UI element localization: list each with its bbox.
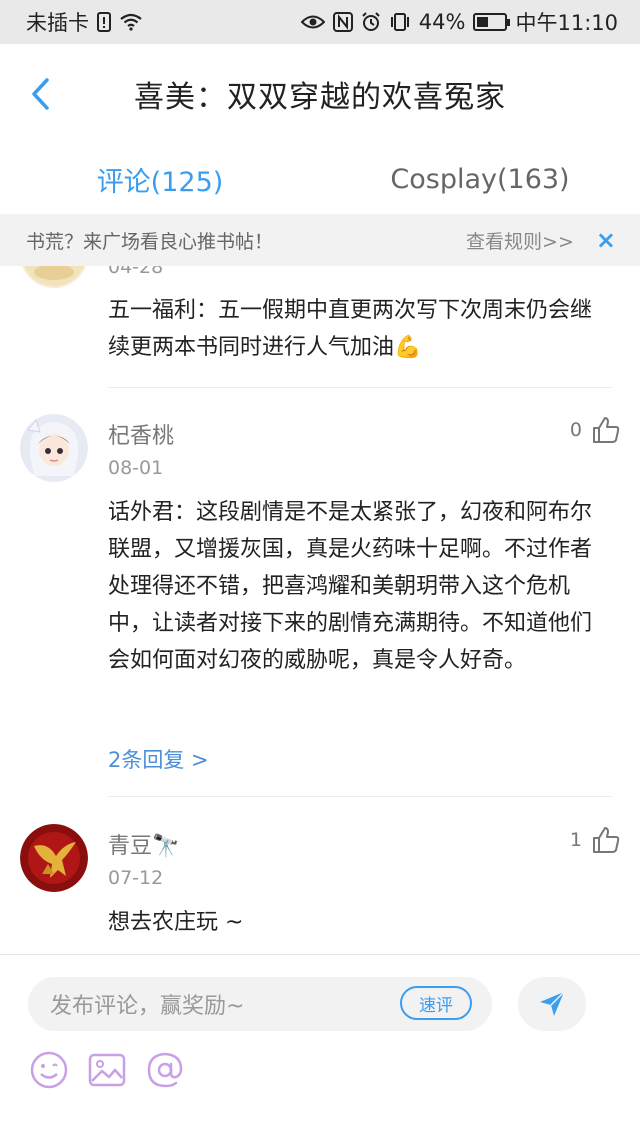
send-button[interactable] <box>518 977 586 1031</box>
clock: 中午11:10 <box>515 11 618 35</box>
avatar[interactable] <box>20 414 88 482</box>
send-icon <box>540 991 565 1016</box>
comment-text: 话外君：这段剧情是不是太紧张了，幻夜和阿布尔联盟，又增援灰国，真是火药味十足啊。… <box>108 500 593 673</box>
emoji-button[interactable] <box>28 1049 70 1091</box>
vibrate-icon <box>389 12 411 32</box>
at-icon <box>147 1052 183 1088</box>
emoji-icon <box>30 1051 68 1089</box>
sim-alert-icon <box>97 12 111 32</box>
comment-item: 04-28 五一福利：五一假期中直更两次写下次周末仍会继续更两本书同时进行人气加… <box>0 266 640 388</box>
comment-list[interactable]: 04-28 五一福利：五一假期中直更两次写下次周末仍会继续更两本书同时进行人气加… <box>0 266 640 954</box>
tab-comments[interactable]: 评论(125) <box>0 144 320 214</box>
comment-date: 08-01 <box>108 457 164 479</box>
carrier-label: 未插卡 <box>26 11 89 35</box>
alarm-icon <box>361 12 381 32</box>
page-title: 喜美：双双穿越的欢喜冤家 <box>134 80 506 115</box>
eye-icon <box>300 14 325 30</box>
wifi-icon <box>119 13 143 31</box>
comment-input[interactable]: 发布评论，赢奖励~ 速评 <box>28 977 492 1031</box>
like-button[interactable]: 1 <box>570 826 620 854</box>
like-button[interactable]: 0 <box>570 416 620 444</box>
like-count: 0 <box>569 419 582 441</box>
divider <box>108 796 612 797</box>
comment-item: 杞香桃 08-01 0 话外君：这段剧情是不是太紧张了，幻夜和阿布尔联盟，又增援… <box>0 388 640 798</box>
avatar[interactable] <box>20 824 88 892</box>
comment-date: 04-28 <box>108 266 164 278</box>
view-replies-link[interactable]: 2条回复 > <box>108 744 209 774</box>
thumbs-up-icon <box>593 827 620 853</box>
comment-date: 07-12 <box>108 867 164 889</box>
status-bar: 未插卡 44% 中午11:10 <box>0 0 640 44</box>
like-count: 1 <box>569 829 582 851</box>
mention-button[interactable] <box>144 1049 186 1091</box>
notice-banner: 书荒？来广场看良心推书帖！ 查看规则>> × <box>0 214 640 266</box>
view-rules-link[interactable]: 查看规则>> <box>466 227 574 254</box>
comment-composer: 发布评论，赢奖励~ 速评 <box>0 954 640 1138</box>
comment-item: 青豆🔭 07-12 1 想去农庄玩 ~ <box>0 798 640 954</box>
back-button[interactable] <box>20 74 60 114</box>
thumbs-up-icon <box>593 417 620 443</box>
comment-text: 五一福利：五一假期中直更两次写下次周末仍会继续更两本书同时进行人气加油💪 <box>108 298 593 360</box>
comment-text: 想去农庄玩 ~ <box>108 910 244 935</box>
battery-percent: 44% <box>418 10 466 34</box>
close-icon[interactable]: × <box>596 226 616 254</box>
chevron-left-icon <box>32 78 49 110</box>
quick-comment-button[interactable]: 速评 <box>400 986 472 1020</box>
nfc-icon <box>332 12 353 32</box>
tab-cosplay[interactable]: Cosplay(163) <box>320 144 640 214</box>
comment-author[interactable]: 杞香桃 <box>108 418 174 450</box>
comment-author[interactable]: 青豆🔭 <box>108 828 179 860</box>
notice-text: 书荒？来广场看良心推书帖！ <box>26 230 274 253</box>
header: 喜美：双双穿越的欢喜冤家 <box>0 44 640 144</box>
image-button[interactable] <box>86 1049 128 1091</box>
battery-icon <box>473 13 511 31</box>
comment-input-placeholder: 发布评论，赢奖励~ <box>50 994 245 1019</box>
tab-bar: 评论(125) Cosplay(163) <box>0 144 640 214</box>
image-icon <box>88 1053 126 1087</box>
avatar[interactable] <box>20 266 88 288</box>
